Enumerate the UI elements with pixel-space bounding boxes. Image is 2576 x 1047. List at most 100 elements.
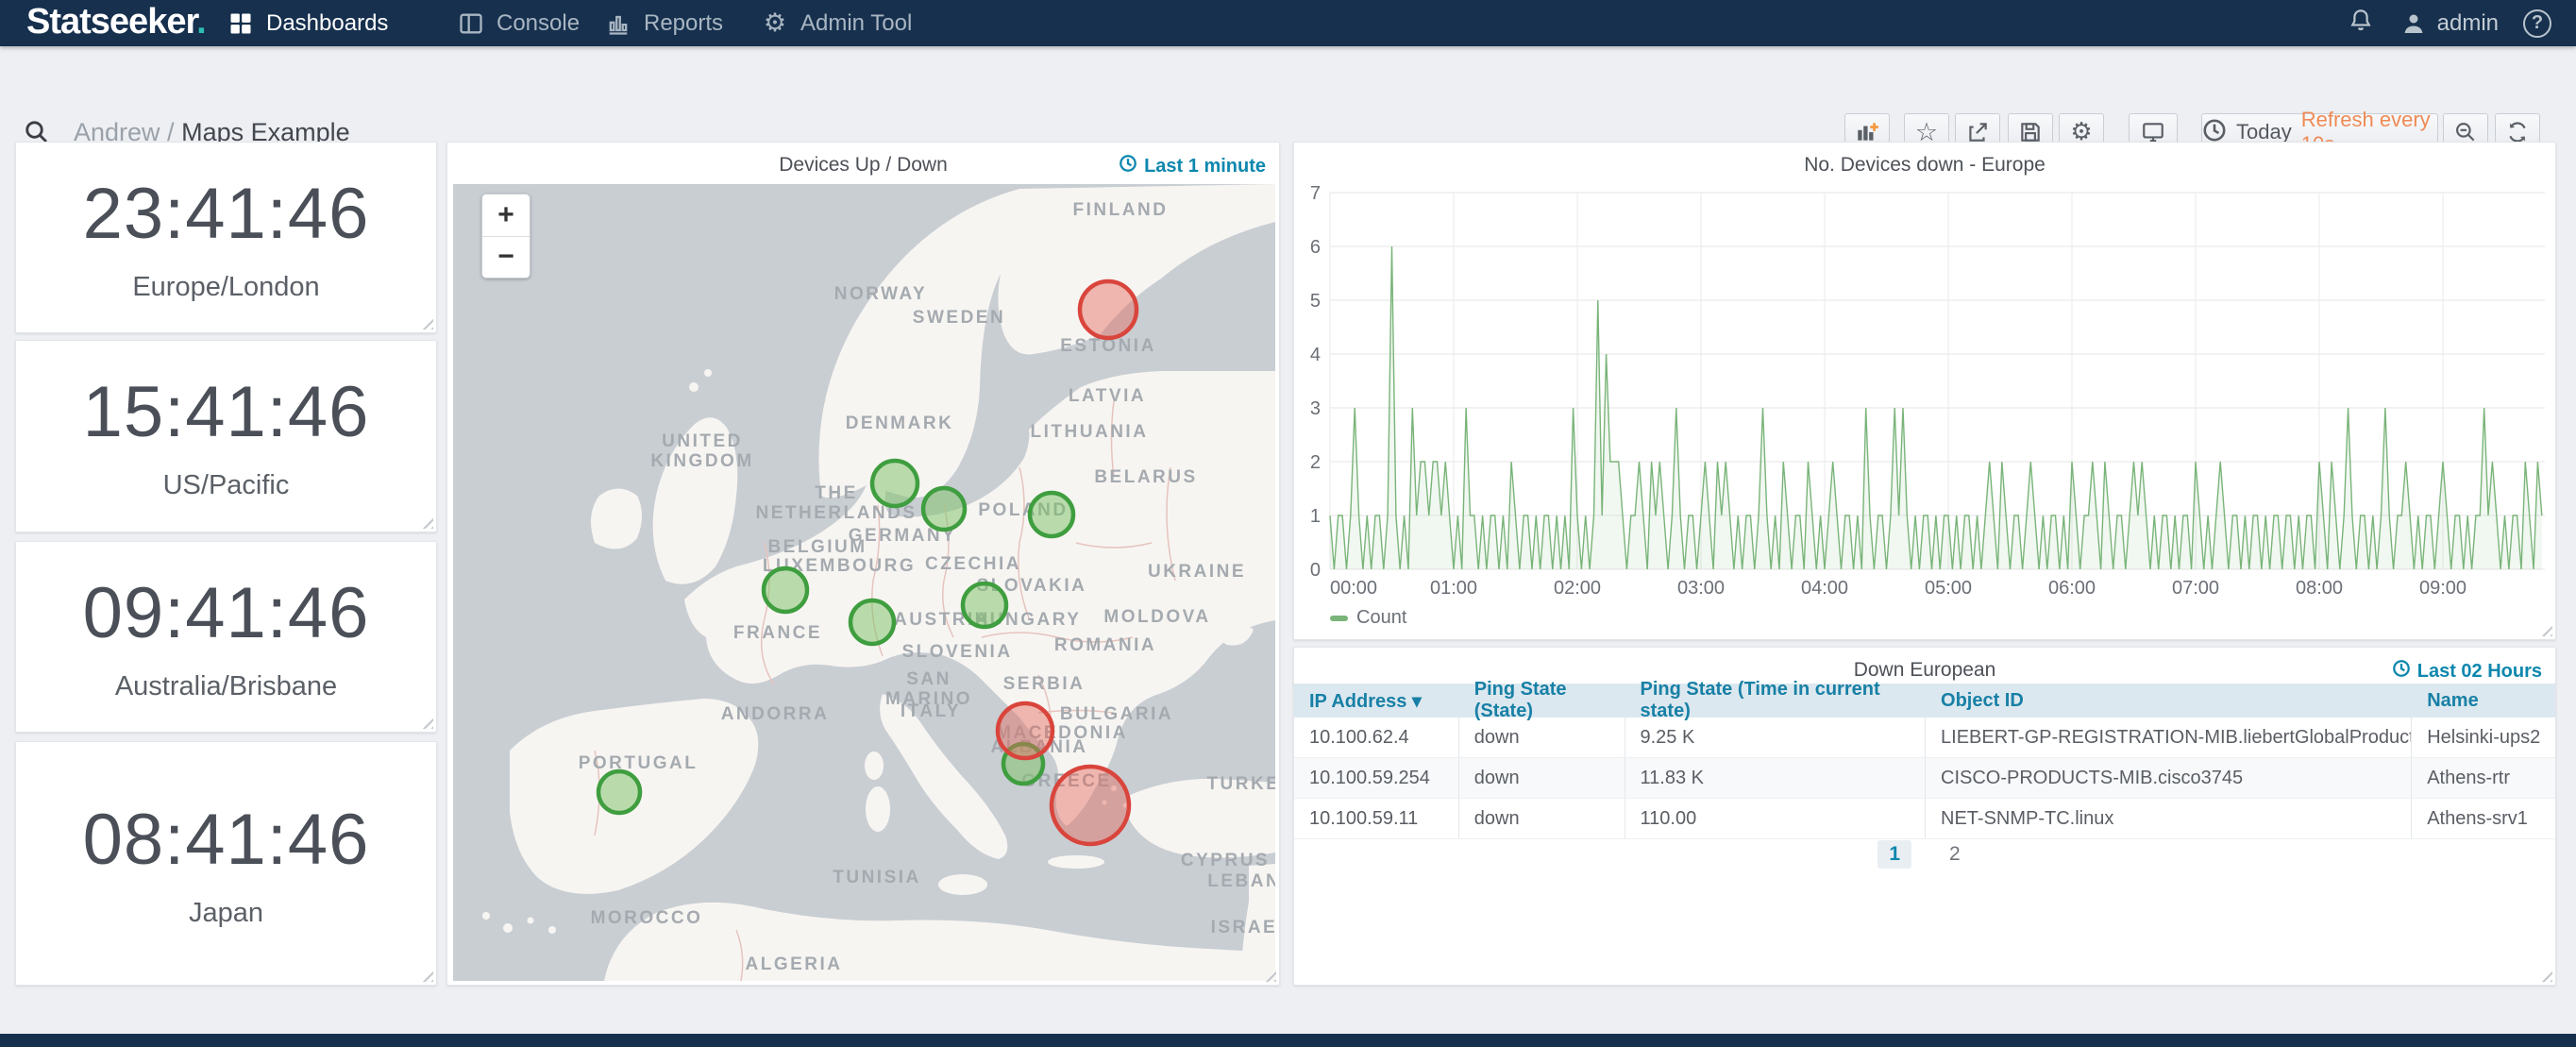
user-menu[interactable]: admin	[2399, 9, 2499, 38]
clock-time: 15:41:46	[83, 371, 370, 453]
device-marker-up[interactable]	[764, 568, 807, 612]
device-marker-down[interactable]	[998, 703, 1052, 758]
table-cell: CISCO-PRODUCTS-MIB.cisco3745	[1926, 758, 2412, 798]
user-avatar-icon	[2399, 9, 2428, 38]
y-axis-tick: 3	[1310, 398, 1321, 419]
table-row[interactable]: 10.100.59.11down110.00NET-SNMP-TC.linuxA…	[1294, 799, 2555, 839]
chart-legend[interactable]: Count	[1330, 607, 1406, 629]
x-axis-tick: 03:00	[1677, 578, 1725, 599]
footer-bar	[0, 1034, 2576, 1047]
clock-widget-pacific: 15:41:46 US/Pacific	[15, 340, 437, 532]
country-label: SWEDEN	[913, 308, 1005, 328]
help-icon[interactable]: ?	[2523, 9, 2551, 38]
map-timeframe-label: Last 1 minute	[1144, 156, 1266, 177]
table-panel: Down European Last 02 Hours IP Address ▾…	[1293, 647, 2556, 986]
country-label: TURKEY	[1206, 774, 1275, 794]
table-row[interactable]: 10.100.59.254down11.83 KCISCO-PRODUCTS-M…	[1294, 758, 2555, 799]
table-cell: Athens-srv1	[2412, 799, 2555, 838]
device-marker-down[interactable]	[1052, 767, 1129, 844]
resize-handle[interactable]	[421, 970, 433, 982]
country-label: ITALY	[901, 701, 961, 721]
column-header-5[interactable]: Name	[2412, 684, 2555, 718]
map-zoom-out-button[interactable]: −	[482, 237, 530, 279]
resize-handle[interactable]	[421, 317, 433, 329]
y-axis-tick: 6	[1310, 237, 1321, 258]
x-axis-tick: 08:00	[2296, 578, 2343, 599]
country-label: BULGARIA	[1060, 704, 1173, 724]
table-timeframe-link[interactable]: Last 02 Hours	[2392, 659, 2542, 684]
country-label: FINLAND	[1073, 200, 1169, 220]
y-axis-tick: 1	[1310, 506, 1321, 527]
table-cell: down	[1459, 758, 1625, 798]
notifications-bell-icon[interactable]	[2347, 7, 2375, 40]
column-header-1[interactable]: IP Address ▾	[1294, 684, 1459, 718]
y-axis-tick: 7	[1310, 183, 1321, 204]
y-axis-tick: 5	[1310, 291, 1321, 312]
nav-item-dashboards[interactable]: Dashboards	[227, 0, 388, 46]
device-marker-up[interactable]	[963, 583, 1006, 627]
table-cell: Athens-rtr	[2412, 758, 2555, 798]
x-axis-tick: 00:00	[1330, 578, 1377, 599]
x-axis-tick: 05:00	[1925, 578, 1972, 599]
table-cell: 10.100.62.4	[1294, 718, 1459, 757]
x-axis-tick: 01:00	[1430, 578, 1477, 599]
table-body: 10.100.62.4down9.25 KLIEBERT-GP-REGISTRA…	[1294, 718, 2555, 839]
country-label: TUNISIA	[833, 868, 921, 887]
table-cell: 110.00	[1625, 799, 1927, 838]
column-header-4[interactable]: Object ID	[1926, 684, 2412, 718]
clock-zone: Japan	[189, 898, 263, 929]
clock-widget-japan: 08:41:46 Japan	[15, 741, 437, 986]
chart-panel: No. Devices down - Europe 0123456700:000…	[1293, 142, 2556, 640]
reports-chart-icon	[604, 9, 632, 38]
navbar-right: admin ?	[2347, 0, 2576, 46]
country-label: BELGIUM	[767, 537, 867, 557]
nav-item-reports[interactable]: Reports	[604, 0, 723, 46]
device-marker-down[interactable]	[1080, 281, 1136, 338]
europe-map[interactable]: NORWAYSWEDENFINLANDESTONIALATVIALITHUANI…	[453, 184, 1275, 981]
device-marker-up[interactable]	[598, 771, 640, 813]
device-marker-up[interactable]	[923, 488, 965, 530]
map-timeframe-link[interactable]: Last 1 minute	[1119, 154, 1266, 178]
devices-down-chart[interactable]: 0123456700:0001:0002:0003:0004:0005:0006…	[1294, 143, 2555, 639]
clock-time: 09:41:46	[83, 572, 370, 654]
y-axis-tick: 2	[1310, 452, 1321, 473]
table-cell: down	[1459, 718, 1625, 757]
nav-item-admin-tool[interactable]: ⚙ Admin Tool	[761, 0, 912, 46]
resize-handle[interactable]	[421, 516, 433, 529]
x-axis-tick: 04:00	[1801, 578, 1848, 599]
column-header-3[interactable]: Ping State (Time in current state)	[1625, 684, 1927, 718]
pagination: 12	[1294, 840, 2555, 869]
console-window-icon	[457, 9, 485, 38]
table-cell: 10.100.59.254	[1294, 758, 1459, 798]
map-zoom-in-button[interactable]: +	[482, 194, 530, 237]
x-axis-tick: 09:00	[2419, 578, 2467, 599]
clock-zone: Australia/Brisbane	[115, 671, 337, 702]
clock-icon	[1119, 154, 1137, 178]
page-button-2[interactable]: 2	[1938, 840, 1972, 869]
country-label: LATVIA	[1069, 386, 1146, 406]
table-timeframe-label: Last 02 Hours	[2417, 661, 2542, 683]
country-label: CZECHIA	[925, 554, 1021, 574]
clock-icon	[2392, 659, 2411, 684]
resize-handle[interactable]	[2540, 970, 2552, 982]
page-button-1[interactable]: 1	[1877, 840, 1911, 869]
statseeker-logo[interactable]: Statseeker.	[26, 2, 206, 42]
nav-item-console[interactable]: Console	[457, 0, 580, 46]
country-label: LITHUANIA	[1031, 422, 1149, 442]
column-header-2[interactable]: Ping State (State)	[1459, 684, 1625, 718]
map-zoom-control: + −	[481, 194, 530, 279]
resize-handle[interactable]	[421, 717, 433, 729]
country-label: ALGERIA	[746, 954, 843, 974]
device-marker-up[interactable]	[850, 600, 894, 644]
table-cell: Helsinki-ups2	[2412, 718, 2555, 757]
country-label: BELARUS	[1094, 467, 1197, 487]
map-panel: Devices Up / Down Last 1 minute	[446, 142, 1280, 986]
dashboards-grid-icon	[227, 9, 255, 38]
table-cell: 10.100.59.11	[1294, 799, 1459, 838]
table-cell: 9.25 K	[1625, 718, 1927, 757]
table-row[interactable]: 10.100.62.4down9.25 KLIEBERT-GP-REGISTRA…	[1294, 718, 2555, 758]
country-label: CYPRUS	[1181, 851, 1270, 870]
device-marker-up[interactable]	[872, 461, 918, 506]
logo-dot: .	[196, 2, 206, 42]
device-marker-up[interactable]	[1030, 493, 1073, 536]
